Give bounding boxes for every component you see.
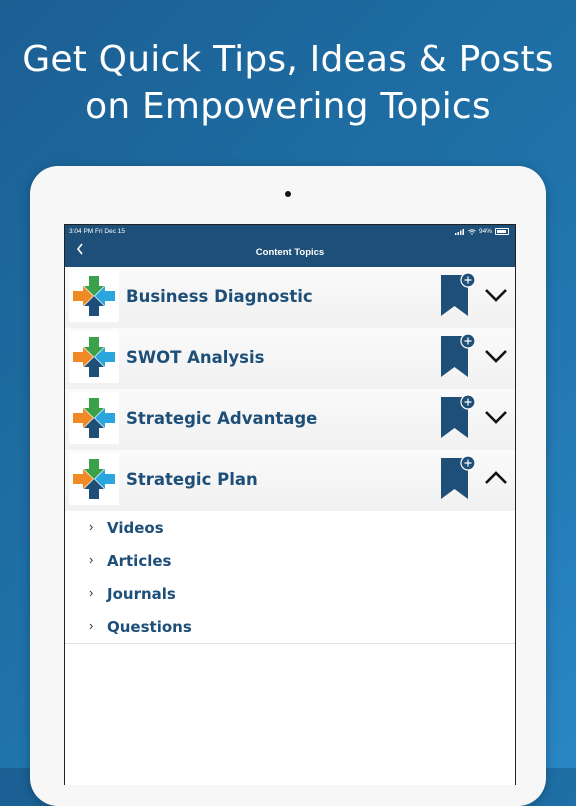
logo-arrows-icon bbox=[69, 392, 119, 444]
topic-row-strategic-plan[interactable]: Strategic Plan bbox=[65, 450, 515, 512]
headline-line-2: on Empowering Topics bbox=[85, 86, 491, 127]
sub-item-journals[interactable]: › Journals bbox=[65, 577, 515, 611]
chevron-down-icon[interactable] bbox=[483, 285, 509, 305]
status-time-date: 3:04 PM Fri Dec 15 bbox=[69, 228, 125, 235]
status-bar: 3:04 PM Fri Dec 15 94% bbox=[65, 225, 515, 239]
marketing-headline: Get Quick Tips, Ideas & Posts on Empower… bbox=[0, 36, 576, 130]
topic-title: SWOT Analysis bbox=[126, 348, 265, 367]
sub-item-questions[interactable]: › Questions bbox=[65, 610, 515, 644]
logo-arrows-icon bbox=[69, 331, 119, 383]
battery-percent: 94% bbox=[478, 228, 492, 235]
topic-title: Strategic Advantage bbox=[126, 409, 318, 428]
battery-icon bbox=[495, 228, 509, 235]
chevron-right-icon: › bbox=[89, 519, 94, 534]
chevron-right-icon: › bbox=[89, 618, 94, 633]
navigation-bar: Content Topics bbox=[65, 239, 515, 267]
wifi-icon bbox=[468, 228, 476, 235]
page-title: Content Topics bbox=[255, 247, 325, 258]
bookmark-add-icon[interactable] bbox=[440, 271, 480, 317]
signal-icon bbox=[454, 228, 464, 235]
tablet-camera bbox=[285, 191, 291, 197]
chevron-down-icon[interactable] bbox=[483, 407, 509, 427]
bookmark-add-icon[interactable] bbox=[440, 332, 480, 378]
sub-item-label: Journals bbox=[107, 585, 176, 603]
status-indicators: 94% bbox=[454, 228, 509, 235]
topic-row-business-diagnostic[interactable]: Business Diagnostic bbox=[65, 267, 515, 329]
bookmark-add-icon[interactable] bbox=[440, 454, 480, 500]
logo-arrows-icon bbox=[69, 453, 119, 505]
topic-row-strategic-advantage[interactable]: Strategic Advantage bbox=[65, 389, 515, 451]
topic-title: Business Diagnostic bbox=[126, 287, 313, 306]
bookmark-add-icon[interactable] bbox=[440, 393, 480, 439]
sub-item-label: Articles bbox=[107, 552, 172, 570]
headline-line-1: Get Quick Tips, Ideas & Posts bbox=[22, 39, 554, 80]
chevron-down-icon[interactable] bbox=[483, 346, 509, 366]
logo-arrows-icon bbox=[69, 270, 119, 322]
chevron-right-icon: › bbox=[89, 585, 94, 600]
chevron-up-icon[interactable] bbox=[483, 468, 509, 488]
sub-item-videos[interactable]: › Videos bbox=[65, 511, 515, 545]
topic-row-swot-analysis[interactable]: SWOT Analysis bbox=[65, 328, 515, 390]
app-screen: 3:04 PM Fri Dec 15 94% Content Topics Bu… bbox=[64, 224, 516, 785]
sub-item-label: Videos bbox=[107, 519, 164, 537]
topic-title: Strategic Plan bbox=[126, 470, 258, 489]
sub-item-label: Questions bbox=[107, 618, 192, 636]
sub-item-articles[interactable]: › Articles bbox=[65, 544, 515, 578]
chevron-right-icon: › bbox=[89, 552, 94, 567]
